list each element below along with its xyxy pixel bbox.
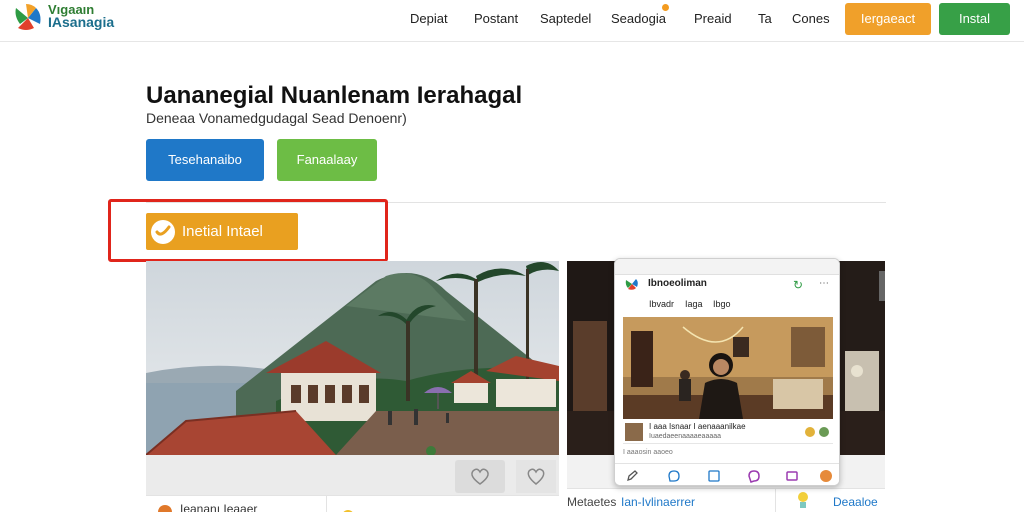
app-logo-icon <box>625 279 638 290</box>
phone-list-subtitle: Iuaedaeenaaaaeaaaaa <box>649 433 722 440</box>
avatar <box>158 505 172 512</box>
notification-dot-icon <box>662 4 669 11</box>
heart-icon <box>471 468 489 485</box>
nav-link-5[interactable]: Preaid <box>694 11 732 26</box>
phone-photo <box>623 317 833 419</box>
nav-link-1[interactable]: Depiat <box>410 11 448 26</box>
page-subtitle: Deneaa Vonamedgudagal Sead Denoenr) <box>146 110 407 126</box>
nav-link-4[interactable]: Seadogia <box>611 11 666 26</box>
more-options-icon[interactable]: ⋯ <box>819 278 829 289</box>
phone-tabs: Ibvadr Iaga Ibgo <box>615 299 839 313</box>
lightbulb-icon <box>798 492 808 508</box>
right-card-link[interactable]: Ian-Ivlinaerrer <box>621 495 695 509</box>
gallery-icon[interactable] <box>707 469 721 483</box>
secondary-action-button[interactable]: Fanaalaay <box>277 139 377 181</box>
phone-meta-text: I aaaosin aaoeo <box>623 449 673 456</box>
page-title: Uananegial Nuanlenam Ierahagal <box>146 82 523 109</box>
footer-separator <box>326 496 327 512</box>
top-navigation-bar: Vıgaaın IAsanagia Depiat Postant Saptede… <box>0 0 1024 42</box>
phone-list-thumbnail <box>625 423 643 441</box>
nav-link-7[interactable]: Cones <box>792 11 830 26</box>
inbox-icon[interactable] <box>785 469 799 483</box>
left-card-footer: Ieananı Ieaaer <box>146 495 559 512</box>
refresh-icon[interactable]: ↻ <box>793 278 803 292</box>
install-button[interactable]: Inetial Intael <box>146 213 298 250</box>
right-card-link-2[interactable]: Deaaloe <box>833 495 878 509</box>
chat-icon[interactable] <box>667 469 681 483</box>
nav-link-3[interactable]: Saptedel <box>540 11 591 26</box>
reaction-icon[interactable] <box>805 427 815 437</box>
install-button-label: Inetial Intael <box>182 223 263 240</box>
primary-action-button[interactable]: Tesehanaibo <box>146 139 264 181</box>
phone-app-name: Ibnoeoliman <box>648 278 707 289</box>
phone-bottom-nav <box>615 463 839 485</box>
phone-status-bar <box>615 259 839 275</box>
landscape-photo <box>146 261 559 455</box>
nav-link-6[interactable]: Ta <box>758 11 772 26</box>
phone-app-preview: Ibnoeoliman ↻ ⋯ Ibvadr Iaga Ibgo I aaa I… <box>614 258 840 486</box>
favorite-button[interactable] <box>516 460 556 493</box>
nav-link-2[interactable]: Postant <box>474 11 518 26</box>
avatar-small <box>819 427 829 437</box>
phone-tab-2[interactable]: Iaga <box>685 299 703 309</box>
edit-icon[interactable] <box>625 469 639 483</box>
message-icon[interactable] <box>747 469 761 483</box>
install-check-icon <box>151 220 175 244</box>
phone-list-title: I aaa Isnaar I aenaaanilkae <box>649 422 746 431</box>
brand-name-line2: IAsanagia <box>48 14 115 30</box>
right-card-footer: Metaetes Ian-Ivlinaerrer Deaaloe <box>567 488 885 512</box>
phone-tab-1[interactable]: Ibvadr <box>649 299 674 309</box>
brand-name[interactable]: Vıgaaın IAsanagia <box>48 3 114 29</box>
header-orange-button[interactable]: Iergaeact <box>845 3 931 35</box>
like-button[interactable] <box>455 460 505 493</box>
phone-tab-3[interactable]: Ibgo <box>713 299 731 309</box>
footer-separator-right <box>775 489 776 512</box>
left-card-author: Ieananı Ieaaer <box>180 502 258 512</box>
profile-icon[interactable] <box>819 469 833 483</box>
brand-logo-icon[interactable] <box>12 2 44 34</box>
right-card-meta: Metaetes <box>567 495 617 509</box>
heart-outline-icon <box>527 468 545 485</box>
header-install-button[interactable]: Instal <box>939 3 1010 35</box>
phone-list-item[interactable]: I aaa Isnaar I aenaaanilkae Iuaedaeenaaa… <box>623 422 833 444</box>
